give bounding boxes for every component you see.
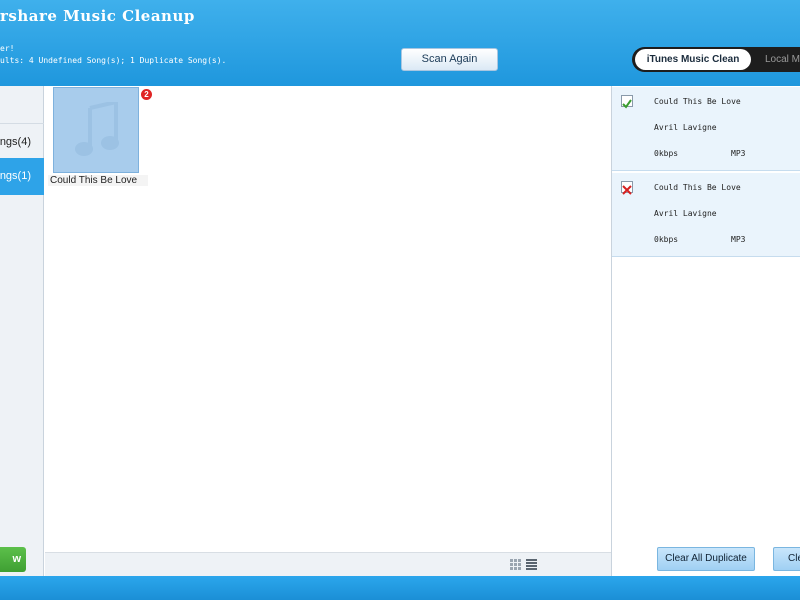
song-tile-title: Could This Be Love xyxy=(48,175,148,186)
cross-icon xyxy=(622,185,632,195)
sidebar-item-label: ngs(4) xyxy=(0,136,31,148)
status-bar xyxy=(0,576,800,600)
sidebar: ngs(4) ngs(1) w xyxy=(0,86,44,576)
detail-actions: Clear All Duplicate Cle xyxy=(612,542,800,576)
list-view-icon[interactable] xyxy=(526,559,537,570)
duplicate-song-card: Could This Be Love Avril Lavigne 0kbps M… xyxy=(612,87,800,171)
remove-checkbox[interactable] xyxy=(621,181,633,195)
clear-all-duplicate-button[interactable]: Clear All Duplicate xyxy=(657,547,755,571)
itunes-music-clean-tab[interactable]: iTunes Music Clean xyxy=(635,49,751,70)
song-bitrate: 0kbps xyxy=(654,235,679,244)
song-bitrate: 0kbps xyxy=(654,149,679,158)
view-toolbar xyxy=(45,552,611,576)
song-artist: Avril Lavigne xyxy=(654,209,717,218)
song-grid: 2 Could This Be Love xyxy=(45,86,611,576)
sidebar-item-label: ngs(1) xyxy=(0,170,31,182)
mode-toggle: iTunes Music Clean Local M xyxy=(632,47,800,72)
app-header: rshare Music Cleanup er! ults: 4 Undefin… xyxy=(0,0,800,86)
app-title: rshare Music Cleanup xyxy=(0,7,195,25)
checkmark-icon xyxy=(622,99,632,109)
scan-again-button[interactable]: Scan Again xyxy=(401,48,498,71)
song-title: Could This Be Love xyxy=(654,183,741,192)
duplicate-song-card: Could This Be Love Avril Lavigne 0kbps M… xyxy=(612,173,800,257)
music-note-icon xyxy=(75,102,119,156)
status-message: er! xyxy=(0,44,15,53)
song-tile[interactable]: 2 xyxy=(53,87,153,173)
duplicate-detail-panel: Could This Be Love Avril Lavigne 0kbps M… xyxy=(611,86,800,576)
duplicate-count-badge: 2 xyxy=(140,88,153,101)
keep-checkbox[interactable] xyxy=(621,95,633,109)
song-format: MP3 xyxy=(731,149,746,158)
local-music-tab[interactable]: Local M xyxy=(765,49,800,70)
fix-button[interactable]: w xyxy=(0,547,26,572)
clear-button[interactable]: Cle xyxy=(773,547,800,571)
song-format: MP3 xyxy=(731,235,746,244)
sidebar-item-undefined-songs[interactable]: ngs(4) xyxy=(0,123,44,160)
grid-view-icon[interactable] xyxy=(510,559,521,570)
scan-results-summary: ults: 4 Undefined Song(s); 1 Duplicate S… xyxy=(0,56,227,65)
sidebar-item-duplicate-songs[interactable]: ngs(1) xyxy=(0,158,44,195)
song-artist: Avril Lavigne xyxy=(654,123,717,132)
song-title: Could This Be Love xyxy=(654,97,741,106)
